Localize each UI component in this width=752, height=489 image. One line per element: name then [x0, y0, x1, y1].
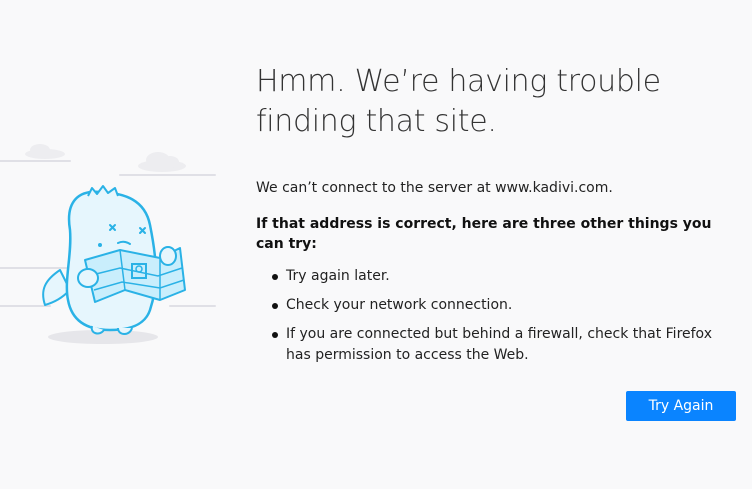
bullet-icon	[272, 274, 278, 280]
try-again-button[interactable]: Try Again	[626, 391, 736, 421]
tip-text: If you are connected but behind a firewa…	[286, 326, 712, 363]
tip-text: Try again later.	[286, 268, 390, 284]
error-title: Hmm. We’re having trouble finding that s…	[256, 64, 661, 139]
tip-item: Check your network connection.	[256, 295, 736, 316]
tips-list: Try again later. Check your network conn…	[256, 266, 736, 366]
error-content: Hmm. We’re having trouble finding that s…	[256, 62, 736, 374]
tip-item: If you are connected but behind a firewa…	[256, 324, 736, 366]
monster-map-icon	[0, 144, 216, 344]
error-description: We can’t connect to the server at www.ka…	[256, 180, 613, 196]
tip-item: Try again later.	[256, 266, 736, 287]
bullet-icon	[272, 303, 278, 309]
tip-text: Check your network connection.	[286, 297, 513, 313]
bullet-icon	[272, 332, 278, 338]
error-subheading: If that address is correct, here are thr…	[256, 216, 712, 252]
confused-monster-illustration	[0, 130, 230, 360]
